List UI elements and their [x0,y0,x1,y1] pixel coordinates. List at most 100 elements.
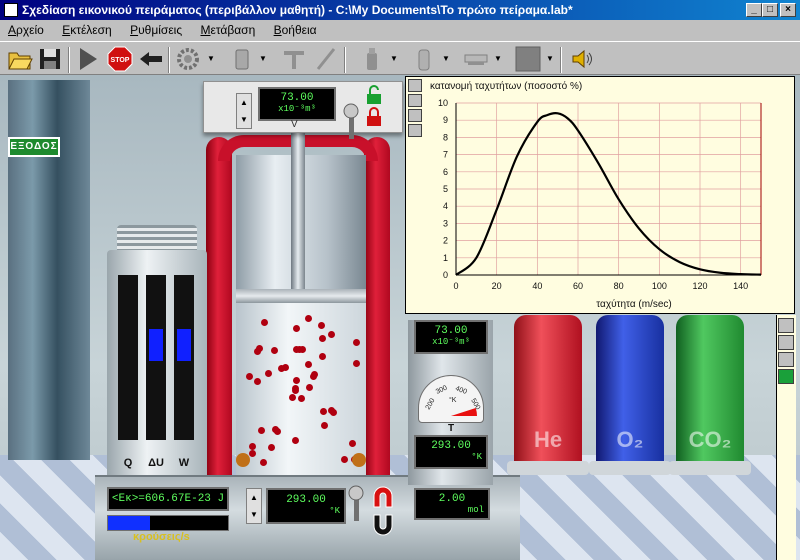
piston-rod [291,130,305,300]
bottle-icon[interactable] [358,45,386,73]
chevron-down-icon[interactable]: ▼ [390,55,398,63]
energy-label-du: ΔU [148,457,164,469]
menu-navigate[interactable]: Μετάβαση [192,20,262,40]
svg-text:STOP: STOP [111,57,130,64]
tank-base [669,461,751,475]
tank-co2[interactable]: CO₂ [676,315,744,475]
collisions-fill [108,516,150,530]
gauge-tick: 200 [425,397,437,411]
gas-particle [278,364,286,372]
x-tick-label: 100 [652,281,667,291]
menu-run[interactable]: Εκτέλεση [54,20,119,40]
x-axis-label: ταχύτητα (m/sec) [596,298,672,310]
y-tick-label: 8 [443,132,448,142]
volume-spinner[interactable]: ▲ ▼ [236,93,252,129]
gas-particle [352,359,360,367]
gas-particle [245,372,253,380]
valve-right[interactable] [352,453,366,467]
gas-particle [249,449,257,457]
back-arrow-icon[interactable] [137,45,165,73]
gas-particle [317,322,325,330]
moles-unit: mol [467,505,484,515]
chevron-down-icon[interactable]: ▼ [494,55,502,63]
unlock-icon[interactable] [364,85,384,105]
gas-particle [271,346,279,354]
y-tick-label: 4 [443,201,448,211]
lever-icon[interactable] [340,101,362,141]
chevron-down-icon[interactable]: ▼ [546,55,554,63]
play-icon[interactable] [74,45,102,73]
tank-helium-label: He [533,427,563,452]
minimize-side-button[interactable] [778,352,794,367]
exit-sign[interactable]: ΕΞΟΔΟΣ [8,137,60,157]
volume-label: V [291,119,298,130]
toolbar: STOP ▼ ▼ ▼ ▼ ▼ ▼ [0,41,800,75]
gas-particle [293,324,301,332]
save-side-button[interactable] [778,369,794,384]
save-icon[interactable] [408,124,422,137]
tank-base [507,461,589,475]
plate-icon[interactable] [462,45,490,73]
tank-co2-label: CO₂ [688,427,732,452]
close-button[interactable]: × [780,3,796,17]
collisions-bar [107,515,229,531]
speaker-icon[interactable] [568,45,596,73]
gas-particle [320,421,328,429]
tool-t-icon[interactable] [280,45,308,73]
energy-bar-w [177,329,191,361]
gauge-unit: °K [449,396,457,404]
velocity-chart: κατανομή ταχυτήτων (ποσοστό %) 0 1 2 3 4 5 6 7 8… [430,80,762,310]
app-icon[interactable] [4,3,18,17]
restore-button[interactable] [778,318,794,333]
maximize-side-button[interactable] [778,335,794,350]
heater-icon[interactable] [370,485,396,509]
tank-helium[interactable]: He [514,315,582,475]
temperature-spinner[interactable]: ▲ ▼ [246,488,262,524]
gas-particle [260,458,268,466]
menu-file[interactable]: Αρχείο [0,20,51,40]
chevron-down-icon[interactable]: ▼ [207,55,215,63]
menu-settings[interactable]: Ρυθμίσεις [122,20,189,40]
stand-temperature-value: 293.00 [431,440,471,452]
gas-particle [349,440,357,448]
color-square-icon[interactable] [514,45,542,73]
y-tick-label: 2 [443,236,448,246]
cooler-icon[interactable] [370,513,396,537]
gas-particle [265,370,273,378]
stop-icon[interactable]: STOP [106,45,134,73]
gas-particle [297,395,305,403]
cylinder-icon[interactable] [410,45,438,73]
save-icon[interactable] [36,45,64,73]
restore-icon[interactable] [408,79,422,92]
rod-icon[interactable] [312,45,340,73]
stand-temperature-unit: °K [471,452,482,462]
tank-oxygen-label: O₂ [616,427,644,452]
minimize-button[interactable]: _ [746,3,762,17]
heat-lever-icon[interactable] [346,483,366,523]
gas-particle [260,318,268,326]
energy-label-w: W [178,457,190,469]
chevron-down-icon[interactable]: ▼ [259,55,267,63]
minimize-icon[interactable] [408,109,422,122]
gas-particle [341,456,349,464]
energy-bar-du [149,329,163,361]
gas-particle [293,376,301,384]
gas-particle [295,346,303,354]
tank-base [589,461,671,475]
energy-column-q [118,275,138,440]
menu-help[interactable]: Βοήθεια [266,20,324,40]
temperature-display: 293.00 °K [266,488,346,524]
volume-unit: x10⁻³m³ [278,104,316,114]
maximize-icon[interactable] [408,94,422,107]
gear-icon[interactable] [174,45,202,73]
y-tick-label: 10 [438,98,448,108]
lock-icon[interactable] [364,107,384,127]
maximize-button[interactable]: □ [762,3,778,17]
volume-value: 73.00 [280,92,314,104]
tank-oxygen[interactable]: O₂ [596,315,664,475]
chevron-down-icon[interactable]: ▼ [442,55,450,63]
velocity-distribution-window[interactable]: κατανομή ταχυτήτων (ποσοστό %) 0 1 2 3 4 5 6 7 8… [405,76,795,314]
open-folder-icon[interactable] [6,45,34,73]
valve-left[interactable] [236,453,250,467]
beaker-icon[interactable] [228,45,256,73]
